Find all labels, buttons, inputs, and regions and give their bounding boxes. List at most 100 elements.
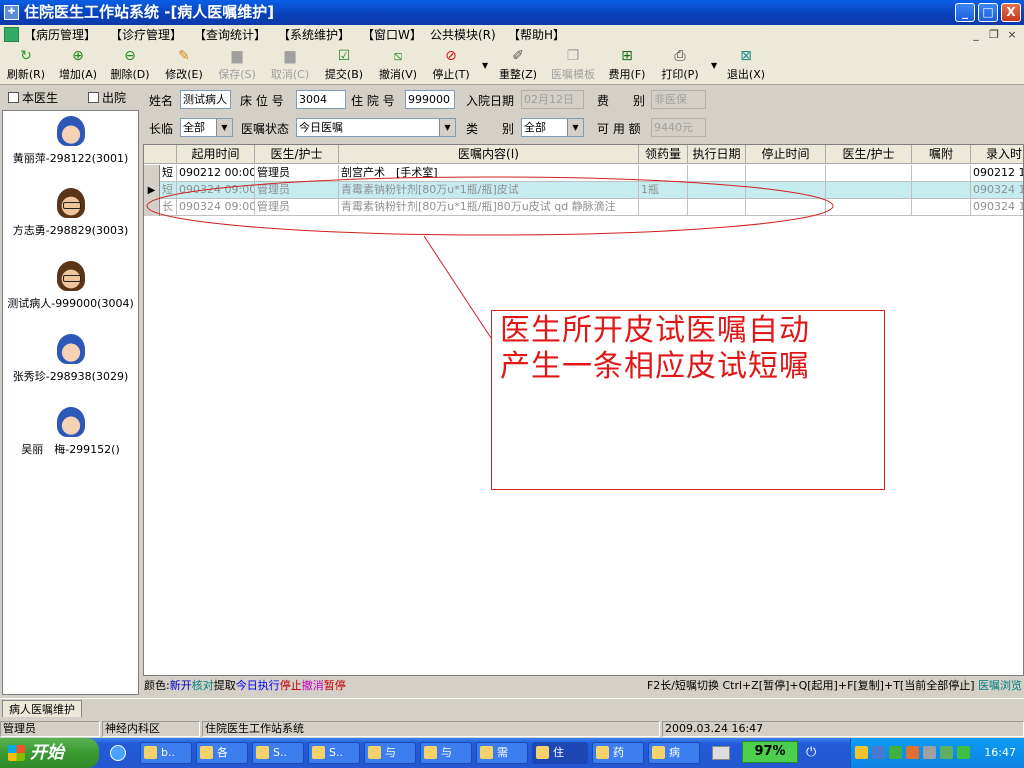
row-indicator[interactable] xyxy=(144,165,160,182)
current-row-arrow-icon[interactable]: ▶ xyxy=(144,182,160,199)
available-amount-field[interactable]: 9440元 xyxy=(651,118,706,137)
patient-item[interactable]: 测试病人-999000(3004) xyxy=(3,261,138,311)
edit-button[interactable]: ✎ 修改(E) xyxy=(162,47,206,83)
taskbar-item[interactable]: 病 xyxy=(648,742,700,764)
menu-query-statistics[interactable]: 【查询统计】 xyxy=(194,25,266,45)
inpatient-field[interactable]: 999000 xyxy=(405,90,455,109)
patient-item[interactable]: 吴丽 梅-299152() xyxy=(3,407,138,457)
menu-system-maintenance[interactable]: 【系统维护】 xyxy=(278,25,350,45)
this-doctor-checkbox[interactable]: 本医生 xyxy=(8,89,58,106)
col-header-qty[interactable]: 领药量 xyxy=(639,145,688,164)
submit-button[interactable]: ☑ 提交(B) xyxy=(322,47,366,83)
long-short-select[interactable]: 全部 ▼ xyxy=(180,118,233,137)
battery-meter[interactable]: 97% xyxy=(742,741,798,763)
menu-diagnosis-management[interactable]: 【诊疗管理】 xyxy=(110,25,182,45)
col-header-entry-time[interactable]: 录入时 xyxy=(971,145,1023,164)
order-status-select[interactable]: 今日医嘱 ▼ xyxy=(296,118,456,137)
delete-button[interactable]: ⊖ 删除(D) xyxy=(108,47,152,83)
chevron-down-icon[interactable]: ▼ xyxy=(439,119,455,136)
category-select[interactable]: 全部 ▼ xyxy=(521,118,584,137)
taskbar-item[interactable]: 与 xyxy=(364,742,416,764)
ie-quicklaunch-icon[interactable] xyxy=(110,745,126,761)
save-button[interactable]: ▆ 保存(S) xyxy=(215,47,259,83)
patient-item[interactable]: 张秀珍-298938(3029) xyxy=(3,334,138,384)
stop-button[interactable]: ⊘ 停止(T) xyxy=(429,47,473,83)
taskbar-item[interactable]: 需 xyxy=(476,742,528,764)
exit-button[interactable]: ⊠ 退出(X) xyxy=(724,47,768,83)
taskbar-item-active[interactable]: 住 xyxy=(532,742,588,764)
start-button[interactable]: 开始 xyxy=(0,738,99,768)
col-header-content[interactable]: 医嘱内容(I) xyxy=(339,145,639,164)
tray-icon[interactable] xyxy=(906,746,919,759)
print-button[interactable]: ⎙ 打印(P) xyxy=(658,47,702,83)
tray-icon[interactable] xyxy=(940,746,953,759)
table-row[interactable]: 长 090324 09:00 管理员 青霉素钠粉针剂[80万u*1瓶/瓶]80万… xyxy=(144,199,1023,216)
col-header-instruction[interactable]: 嘱附 xyxy=(912,145,971,164)
taskbar-item[interactable]: S.. xyxy=(308,742,360,764)
power-plug-icon[interactable]: ⏻ xyxy=(806,746,824,760)
mdi-restore-button[interactable]: ❐ xyxy=(986,27,1002,42)
minimize-button[interactable]: _ xyxy=(955,3,975,22)
add-button[interactable]: ⊕ 增加(A) xyxy=(56,47,100,83)
stop-dropdown-chevron-down-icon[interactable]: ▼ xyxy=(482,61,488,70)
row-indicator[interactable] xyxy=(144,199,160,216)
fee-type-field[interactable]: 非医保 xyxy=(651,90,706,109)
mdi-close-button[interactable]: × xyxy=(1004,27,1020,42)
shield-icon[interactable] xyxy=(957,746,970,759)
maximize-button[interactable]: □ xyxy=(978,3,998,22)
bed-field[interactable]: 3004 xyxy=(296,90,346,109)
keyboard-icon[interactable] xyxy=(712,746,730,760)
taskbar-item[interactable]: 药 xyxy=(592,742,644,764)
taskbar-item[interactable]: S.. xyxy=(252,742,304,764)
refresh-button[interactable]: ↻ 刷新(R) xyxy=(4,47,48,83)
menu-public-module[interactable]: 公共模块(R) xyxy=(430,25,496,45)
checkbox-box[interactable] xyxy=(88,92,99,103)
menu-record-management[interactable]: 【病历管理】 xyxy=(24,25,96,45)
print-dropdown-chevron-down-icon[interactable]: ▼ xyxy=(711,61,717,70)
tab-patient-order-maintenance[interactable]: 病人医嘱维护 xyxy=(2,700,82,717)
tray-icon[interactable] xyxy=(855,746,868,759)
col-header-stop-time[interactable]: 停止时间 xyxy=(746,145,826,164)
col-header-doctor[interactable]: 医生/护士 xyxy=(255,145,339,164)
table-row[interactable]: 短 090212 00:00 管理员 剖宫产术 [手术室] 090212 1 xyxy=(144,165,1023,182)
mdi-child-icon[interactable] xyxy=(4,27,19,42)
title-bar[interactable]: ✚ 住院医生工作站系统 -[病人医嘱维护] _ □ X xyxy=(0,0,1024,25)
annotation-callout: 医生所开皮试医嘱自动 产生一条相应皮试短嘱 xyxy=(491,310,885,490)
col-header-exec-date[interactable]: 执行日期 xyxy=(688,145,746,164)
tray-icon[interactable] xyxy=(889,746,902,759)
taskbar-item[interactable]: b.. xyxy=(140,742,192,764)
taskbar-item[interactable]: 与 xyxy=(420,742,472,764)
col-header-start-time[interactable]: 起用时间 xyxy=(177,145,255,164)
admit-date-label: 入院日期 xyxy=(466,94,515,108)
doctor-app-icon[interactable]: ✚ xyxy=(4,5,19,20)
tray-icon[interactable] xyxy=(872,746,885,759)
status-datetime: 2009.03.24 16:47 xyxy=(662,721,1024,737)
admit-date-field[interactable]: 02月12日 xyxy=(521,90,584,109)
cancel-button[interactable]: ▆ 取消(C) xyxy=(268,47,312,83)
order-browse-link[interactable]: 医嘱浏览 xyxy=(978,679,1022,692)
chevron-down-icon[interactable]: ▼ xyxy=(216,119,232,136)
order-template-button[interactable]: ❐ 医嘱模板 xyxy=(548,47,598,83)
col-header-stop-doctor[interactable]: 医生/护士 xyxy=(826,145,912,164)
chevron-down-icon[interactable]: ▼ xyxy=(567,119,583,136)
menu-window[interactable]: 【窗口W】 xyxy=(362,25,422,45)
close-button[interactable]: X xyxy=(1001,3,1021,22)
name-field[interactable]: 测试病人 xyxy=(180,90,231,109)
table-row-selected[interactable]: ▶ 短 090324 09:00 管理员 青霉素钠粉针剂[80万u*1瓶/瓶]皮… xyxy=(144,182,1023,199)
mdi-minimize-button[interactable]: _ xyxy=(968,27,984,42)
undo-button[interactable]: ⧅ 撤消(V) xyxy=(376,47,420,83)
checkbox-box[interactable] xyxy=(8,92,19,103)
patient-list: 黄丽萍-298122(3001) 方志勇-298829(3003) 测试病人-9… xyxy=(2,110,139,695)
toolbar: ↻ 刷新(R) ⊕ 增加(A) ⊖ 删除(D) ✎ 修改(E) ▆ 保存(S) ▆ 取消(C… xyxy=(0,45,1024,85)
female-avatar-icon xyxy=(56,334,85,364)
tray-icon[interactable] xyxy=(923,746,936,759)
reorganize-button[interactable]: ✐ 重整(Z) xyxy=(496,47,540,83)
clock[interactable]: 16:47 xyxy=(984,738,1016,768)
fee-button[interactable]: ⊞ 费用(F) xyxy=(605,47,649,83)
discharged-checkbox[interactable]: 出院 xyxy=(88,89,126,106)
patient-item[interactable]: 黄丽萍-298122(3001) xyxy=(3,116,138,166)
patient-item[interactable]: 方志勇-298829(3003) xyxy=(3,188,138,238)
taskbar-item[interactable]: 各 xyxy=(196,742,248,764)
menu-help[interactable]: 【帮助H】 xyxy=(508,25,565,45)
fee-type-label: 费 别 xyxy=(597,94,646,108)
